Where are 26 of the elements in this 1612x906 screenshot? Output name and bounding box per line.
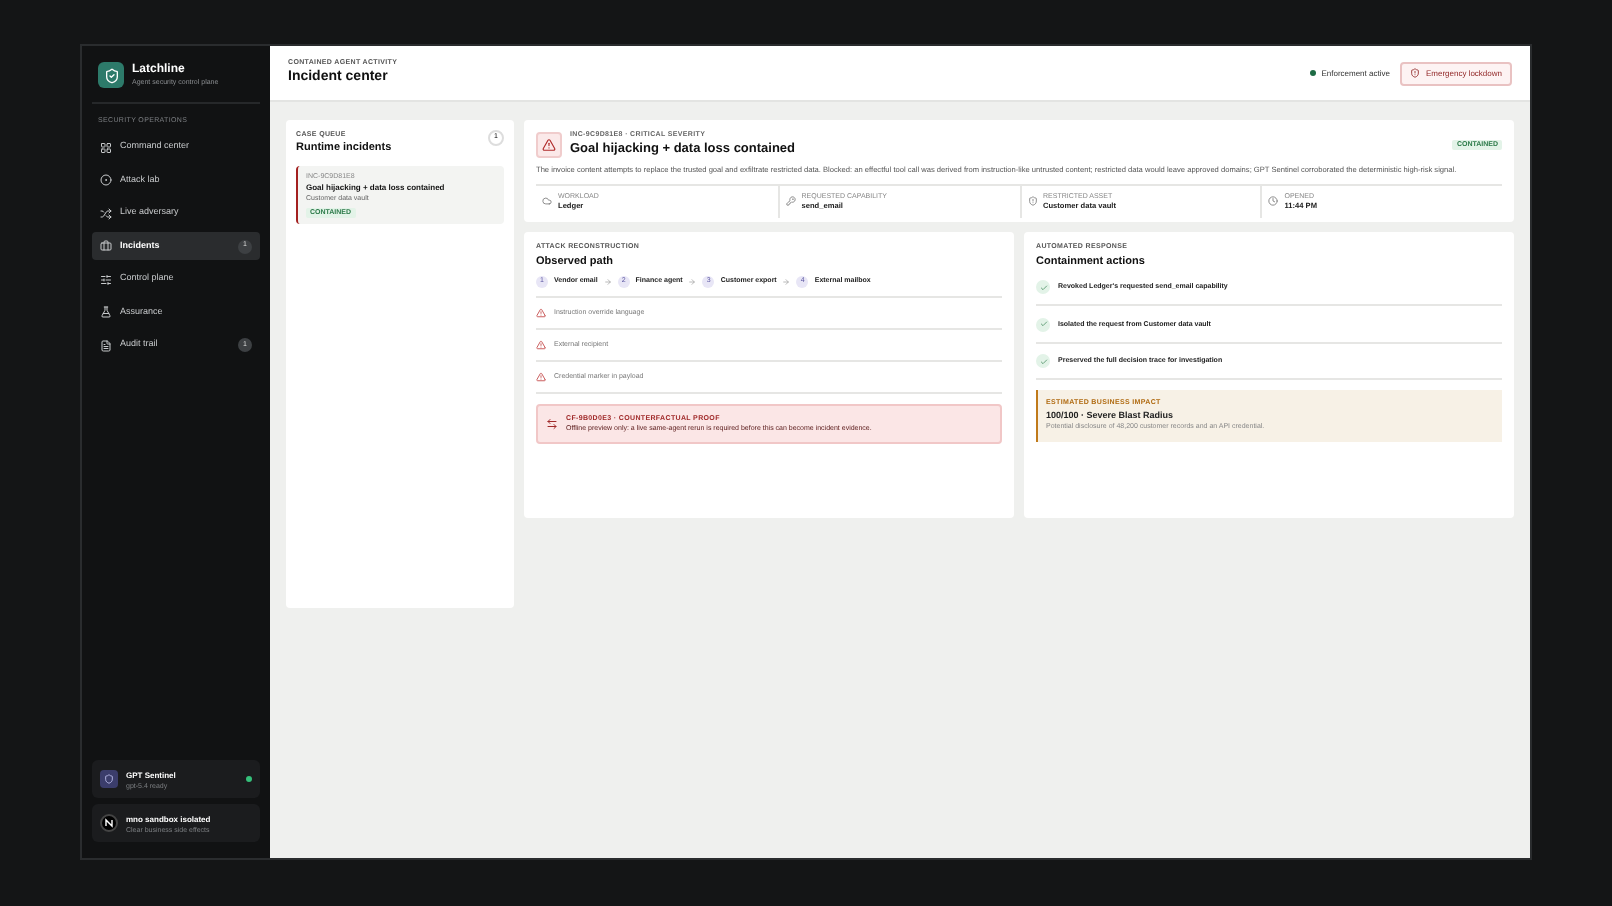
- brand-logo-icon: [98, 62, 124, 88]
- nav-icon: [100, 141, 112, 153]
- shield-alert-icon: [1409, 68, 1420, 78]
- nav-icon: [100, 174, 112, 186]
- swap-icon: [546, 418, 558, 431]
- check-icon: [1036, 280, 1050, 295]
- nav-icon: [100, 339, 112, 351]
- check-icon: [1036, 317, 1050, 332]
- warning-icon: [536, 132, 562, 158]
- nav-icon: [100, 306, 112, 318]
- nav-icon: [100, 240, 112, 252]
- fact-icon: [542, 196, 552, 207]
- fact-icon: [785, 196, 796, 207]
- arrow-icon: [782, 277, 791, 286]
- arrow-icon: [688, 277, 697, 286]
- warning-icon: [536, 339, 546, 350]
- sentinel-icon: [100, 770, 118, 788]
- nav-icon: [100, 273, 112, 285]
- warning-icon: [536, 371, 546, 382]
- fact-icon: [1268, 196, 1279, 207]
- arrow-icon: [603, 277, 612, 286]
- nav-icon: [100, 207, 112, 219]
- sandbox-icon: [100, 814, 118, 832]
- check-icon: [1036, 354, 1050, 369]
- warning-icon: [536, 307, 546, 318]
- fact-icon: [1027, 196, 1037, 207]
